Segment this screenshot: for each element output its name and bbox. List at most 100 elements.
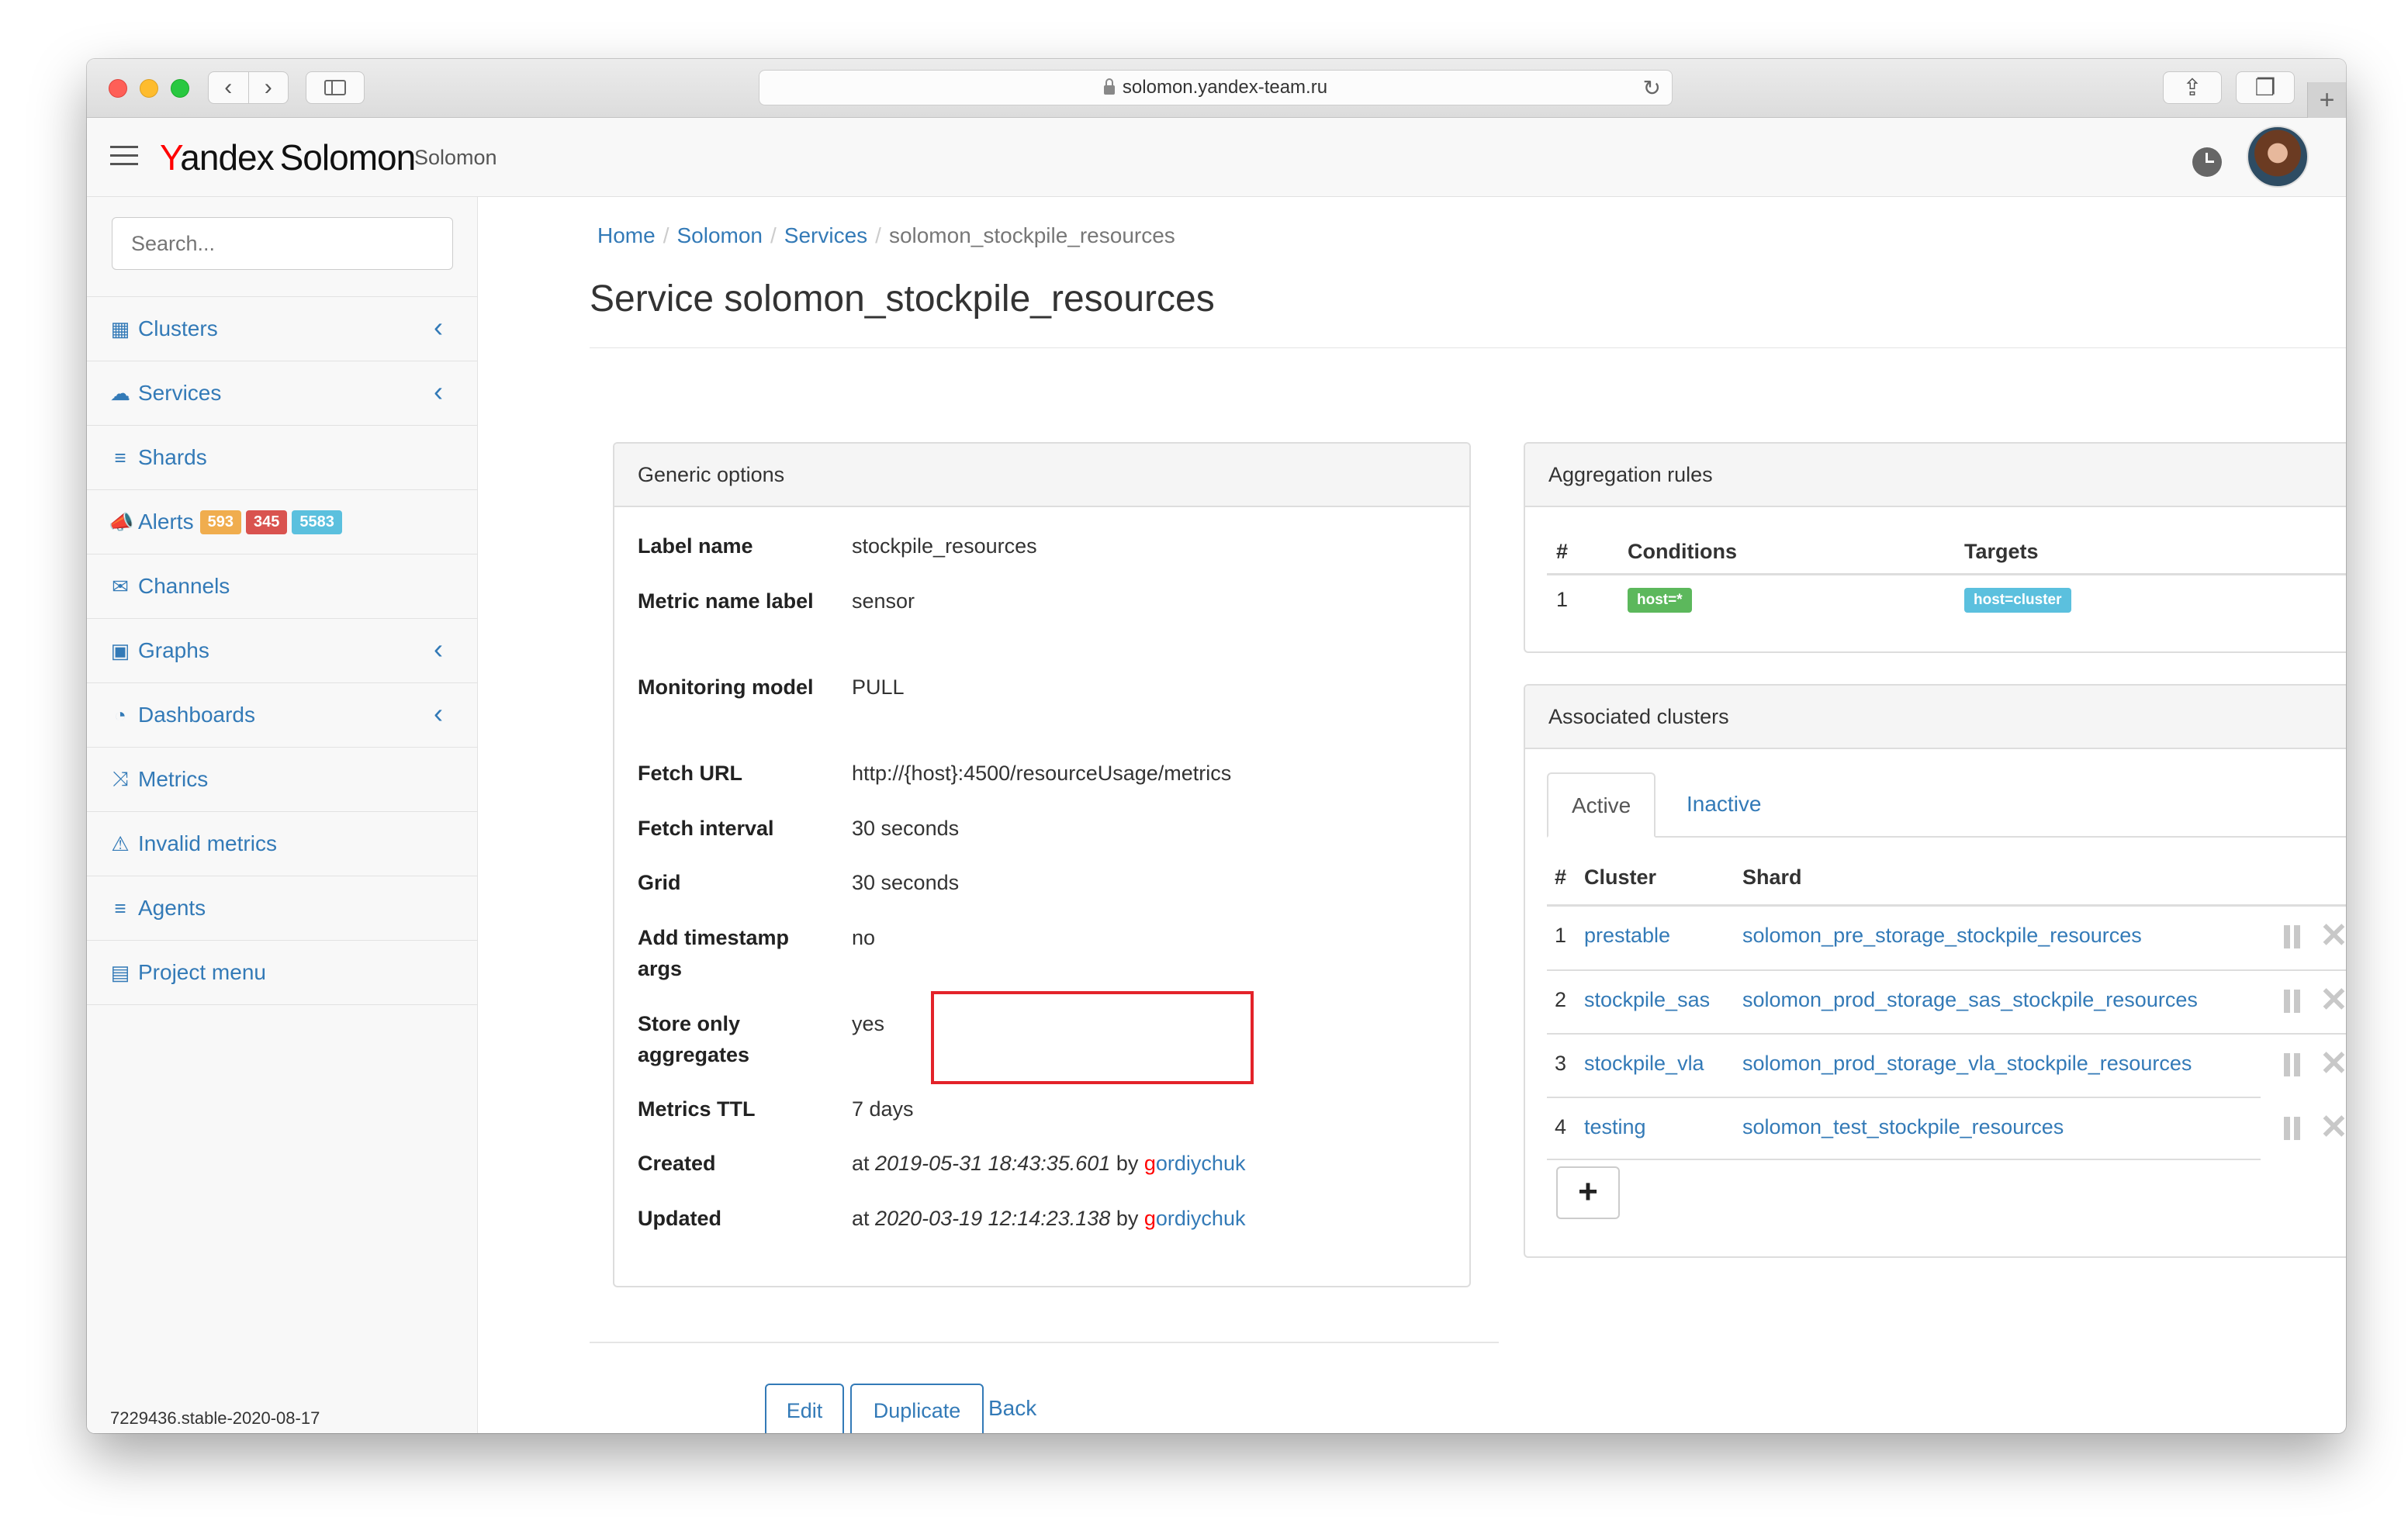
creator-link[interactable]: gordiychuk — [1144, 1152, 1246, 1175]
page-title: Service solomon_stockpile_resources — [590, 278, 1215, 320]
sidebar-item-label: Graphs — [138, 638, 209, 662]
generic-options-panel: Generic options Label name stockpile_res… — [613, 442, 1471, 1287]
sidebar-item-services[interactable]: ☁ Services ‹ — [87, 361, 477, 426]
sidebar-item-label: Metrics — [138, 767, 209, 791]
tab-inactive[interactable]: Inactive — [1663, 772, 1785, 838]
aggregation-rules-panel: Aggregation rules # Conditions Targets 1… — [1524, 442, 2346, 653]
sidebar-item-project-menu[interactable]: ▤ Project menu — [87, 941, 477, 1005]
table-row: 1 host=* host=cluster — [1547, 575, 2346, 625]
sidebar-item-channels[interactable]: ✉ Channels — [87, 555, 477, 619]
alerts-error-badge[interactable]: 345 — [245, 510, 288, 534]
edit-button[interactable]: Edit — [765, 1384, 844, 1433]
project-name[interactable]: Solomon — [414, 146, 497, 170]
table-row: 2 stockpile_sas solomon_prod_storage_sas… — [1547, 969, 2346, 1033]
associated-clusters-panel: Associated clusters Active Inactive # Cl… — [1524, 684, 2346, 1258]
back-nav-button[interactable]: ‹ — [209, 72, 249, 103]
sidebar-item-label: Dashboards — [138, 703, 255, 727]
envelope-icon: ✉ — [112, 574, 129, 598]
close-icon[interactable]: ✕ — [2320, 916, 2346, 955]
sidebar-toggle-button[interactable] — [306, 71, 365, 104]
sidebar: ▦ Clusters ‹ ☁ Services ‹ ≡ Shards 📣 Ale… — [87, 197, 478, 1433]
sidebar-item-label: Project menu — [138, 960, 266, 984]
chevron-left-icon[interactable]: ‹ — [434, 311, 443, 344]
updated-timestamp: 2020-03-19 12:14:23.138 — [875, 1207, 1111, 1230]
shard-link[interactable]: solomon_test_stockpile_resources — [1742, 1115, 2064, 1138]
cluster-link[interactable]: prestable — [1584, 924, 1670, 947]
close-window-button[interactable] — [109, 79, 127, 98]
sidebar-item-agents[interactable]: ≡ Agents — [87, 876, 477, 941]
sidebar-item-label: Invalid metrics — [138, 831, 277, 855]
breadcrumb-services[interactable]: Services — [784, 223, 867, 247]
pause-icon[interactable] — [2284, 925, 2302, 948]
sidebar-item-label: Clusters — [138, 316, 218, 340]
clock-icon[interactable] — [2192, 147, 2222, 177]
pause-icon[interactable] — [2284, 990, 2302, 1013]
pause-icon[interactable] — [2284, 1117, 2302, 1140]
duplicate-button[interactable]: Duplicate — [850, 1384, 984, 1433]
breadcrumb-home[interactable]: Home — [597, 223, 656, 247]
show-tabs-button[interactable]: ❐ — [2236, 71, 2295, 104]
alerts-ok-badge[interactable]: 5583 — [292, 510, 342, 534]
alerts-warn-badge[interactable]: 593 — [199, 510, 241, 534]
updater-link[interactable]: gordiychuk — [1144, 1207, 1246, 1230]
chevron-left-icon[interactable]: ‹ — [434, 633, 443, 665]
share-icon: ⇪ — [2182, 74, 2202, 101]
breadcrumb-current: solomon_stockpile_resources — [888, 223, 1175, 247]
table-header: # Cluster Shard — [1555, 865, 1802, 889]
address-bar[interactable]: solomon.yandex-team.ru ↻ — [759, 70, 1673, 105]
shards-icon: ≡ — [114, 445, 126, 469]
created-timestamp: 2019-05-31 18:43:35.601 — [875, 1152, 1111, 1175]
cloud-icon: ☁ — [110, 381, 130, 405]
sidebar-menu: ▦ Clusters ‹ ☁ Services ‹ ≡ Shards 📣 Ale… — [87, 296, 477, 1005]
search-input[interactable] — [112, 217, 453, 270]
forward-nav-button[interactable]: › — [249, 72, 289, 103]
yandex-solomon-logo[interactable]: Yandex Solomon — [160, 136, 416, 178]
reload-icon[interactable]: ↻ — [1643, 75, 1661, 101]
breadcrumb-solomon[interactable]: Solomon — [676, 223, 763, 247]
shard-link[interactable]: solomon_prod_storage_sas_stockpile_resou… — [1742, 988, 2198, 1011]
chevron-left-icon[interactable]: ‹ — [434, 375, 443, 408]
shard-link[interactable]: solomon_pre_storage_stockpile_resources — [1742, 924, 2142, 947]
sidebar-item-shards[interactable]: ≡ Shards — [87, 426, 477, 490]
sidebar-item-graphs[interactable]: ▣ Graphs ‹ — [87, 619, 477, 683]
cluster-link[interactable]: stockpile_sas — [1584, 988, 1710, 1011]
menu-icon[interactable] — [110, 146, 138, 166]
sidebar-item-dashboards[interactable]: ◔ Dashboards ‹ — [87, 683, 477, 748]
back-link[interactable]: Back — [988, 1396, 1036, 1421]
sidebar-item-alerts[interactable]: 📣 Alerts 593 345 5583 — [87, 490, 477, 555]
add-cluster-button[interactable]: + — [1556, 1166, 1620, 1219]
cluster-link[interactable]: stockpile_vla — [1584, 1052, 1704, 1075]
close-icon[interactable]: ✕ — [2320, 1107, 2346, 1147]
new-tab-button[interactable]: + — [2307, 82, 2346, 118]
version-label: 7229436.stable-2020-08-17 — [110, 1408, 320, 1428]
tab-active[interactable]: Active — [1547, 772, 1656, 838]
zoom-window-button[interactable] — [171, 79, 189, 98]
breadcrumb: Home / Solomon / Services / solomon_stockpile_… — [597, 223, 1175, 247]
warning-icon: ⚠ — [111, 831, 130, 855]
browser-window: ‹ › solomon.yandex-team.ru ↻ ⇪ ❐ + Yande… — [87, 59, 2346, 1433]
close-icon[interactable]: ✕ — [2320, 980, 2346, 1020]
sidebar-item-metrics[interactable]: ⤨ Metrics — [87, 748, 477, 812]
sidebar-item-invalid-metrics[interactable]: ⚠ Invalid metrics — [87, 812, 477, 876]
table-header: # Conditions Targets — [1547, 532, 2346, 575]
avatar[interactable] — [2247, 126, 2309, 188]
dashboard-icon: ◔ — [114, 703, 126, 727]
app-header: Yandex Solomon Solomon — [87, 118, 2346, 197]
list-icon: ▤ — [110, 960, 130, 984]
chevron-left-icon[interactable]: ‹ — [434, 697, 443, 730]
sidebar-item-label: Services — [138, 381, 222, 405]
pause-icon[interactable] — [2284, 1053, 2302, 1076]
sidebar-item-label: Shards — [138, 445, 207, 469]
agents-icon: ≡ — [114, 896, 126, 920]
panel-title: Generic options — [614, 444, 1469, 507]
close-icon[interactable]: ✕ — [2320, 1044, 2346, 1083]
aggregation-rules-table: # Conditions Targets 1 host=* host=clust… — [1547, 532, 2346, 625]
divider — [590, 347, 2346, 348]
minimize-window-button[interactable] — [140, 79, 158, 98]
browser-titlebar: ‹ › solomon.yandex-team.ru ↻ ⇪ ❐ + — [87, 59, 2346, 118]
share-button[interactable]: ⇪ — [2163, 71, 2222, 104]
panel-title: Aggregation rules — [1525, 444, 2346, 507]
shard-link[interactable]: solomon_prod_storage_vla_stockpile_resou… — [1742, 1052, 2192, 1075]
cluster-link[interactable]: testing — [1584, 1115, 1646, 1138]
sidebar-item-clusters[interactable]: ▦ Clusters ‹ — [87, 297, 477, 361]
